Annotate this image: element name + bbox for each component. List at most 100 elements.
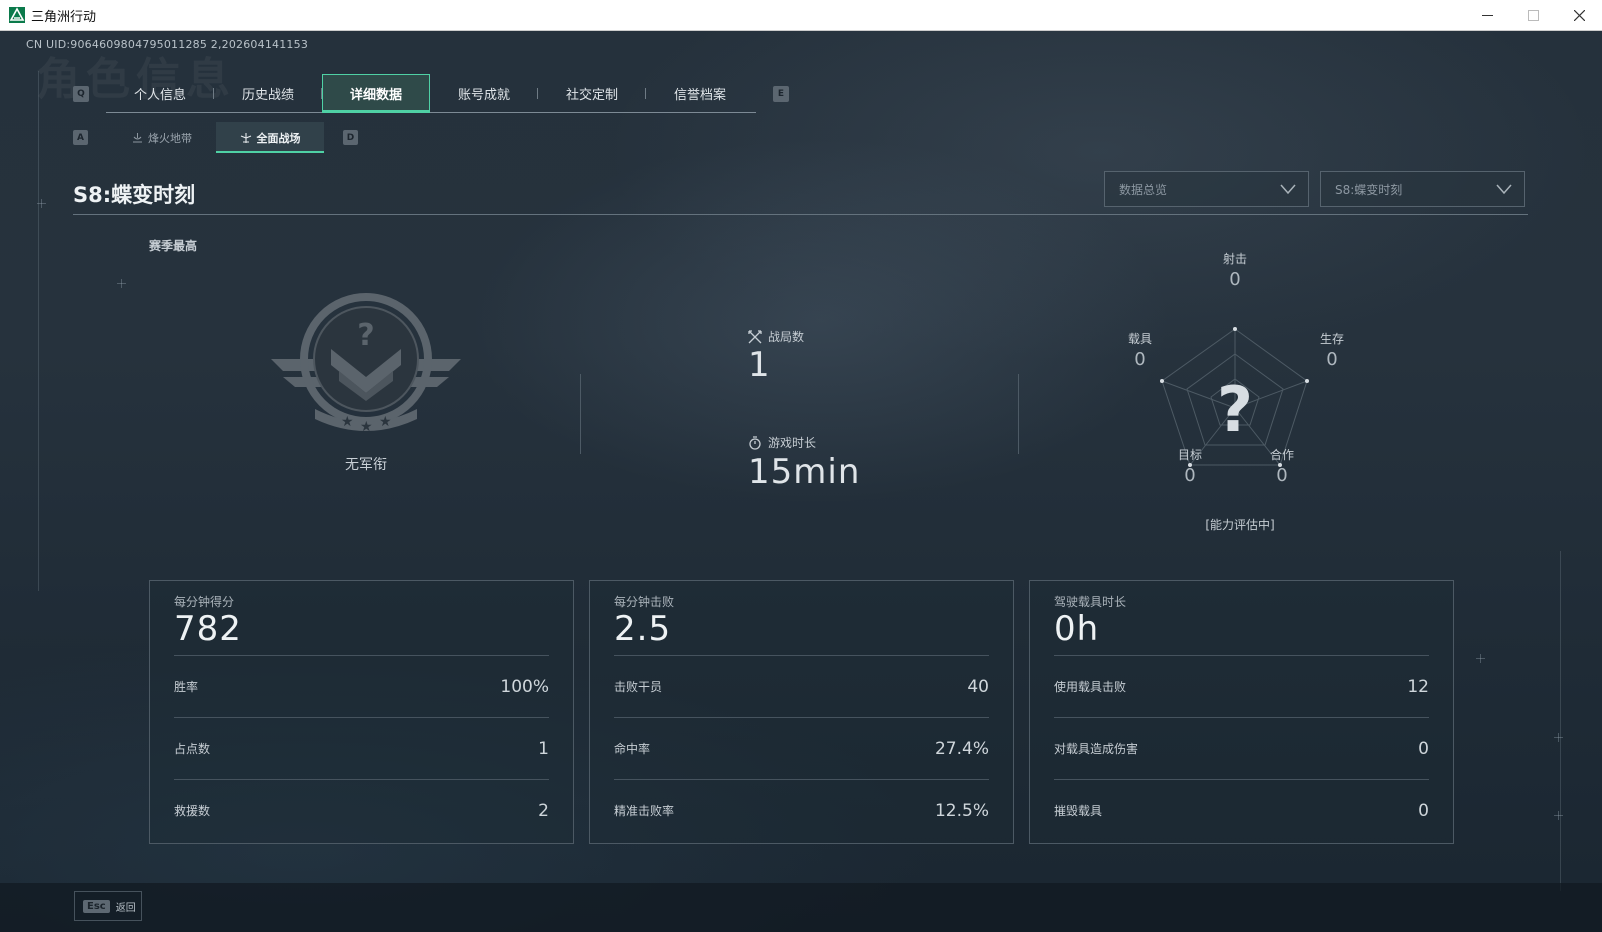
beacon-icon [133, 133, 142, 143]
dropdown-value: S8:蝶变时刻 [1335, 182, 1403, 197]
svg-text:★: ★ [360, 419, 373, 435]
card-row: 命中率 27.4% [614, 717, 989, 779]
frame-line-right [1560, 551, 1561, 891]
deco-cross [1554, 733, 1563, 742]
window-titlebar: 三角洲行动 [0, 0, 1602, 31]
data-view-dropdown[interactable]: 数据总览 [1104, 171, 1309, 207]
prev-subtab-key[interactable]: A [73, 130, 88, 145]
card-head-value: 2.5 [614, 609, 672, 649]
tab-label: 社交定制 [565, 88, 618, 103]
battlefield-icon [240, 132, 251, 143]
row-value: 1 [538, 738, 549, 759]
radar-value-objective: 0 [1184, 465, 1196, 486]
row-label: 使用载具击败 [1054, 680, 1127, 694]
card-row: 胜率 100% [174, 655, 549, 717]
close-button[interactable] [1556, 0, 1602, 31]
tab-label: 账号成就 [457, 88, 510, 103]
row-label: 精准击败率 [614, 804, 675, 818]
radar-label-vehicle: 载具 [1127, 332, 1152, 346]
tab-label: 历史战绩 [241, 88, 294, 103]
card-row: 精准击败率 12.5% [614, 779, 989, 841]
stat-card-score: 每分钟得分 782 胜率 100% 占点数 1 救援数 2 [149, 580, 574, 844]
subtab-beacon-zone[interactable]: 烽火地带 [108, 122, 216, 153]
row-label: 击败干员 [614, 680, 663, 694]
radar-value-teamwork: 0 [1276, 465, 1288, 486]
svg-text:★: ★ [341, 414, 354, 430]
stat-card-vehicle: 驾驶载具时长 0h 使用载具击败 12 对载具造成伤害 0 摧毁载具 0 [1029, 580, 1454, 844]
card-row: 摧毁载具 0 [1054, 779, 1429, 841]
subtab-label: 全面战场 [256, 131, 301, 145]
subtab-label: 烽火地带 [148, 131, 192, 145]
deco-cross [1476, 654, 1485, 663]
card-row: 击败干员 40 [614, 655, 989, 717]
next-subtab-key[interactable]: D [343, 130, 358, 145]
tab-detailed-data[interactable]: 详细数据 [322, 74, 430, 113]
row-label: 占点数 [174, 742, 211, 756]
deco-cross [37, 199, 46, 208]
radar-label-shooting: 射击 [1222, 252, 1247, 266]
ability-eval-status: [能力评估中] [1205, 518, 1275, 532]
card-head-label: 驾驶载具时长 [1054, 595, 1127, 609]
back-button[interactable]: Esc 返回 [74, 891, 142, 921]
player-uid: CN UID:9064609804795011285 2,20260414115… [26, 38, 309, 51]
row-value: 40 [967, 676, 989, 697]
column-divider [1018, 374, 1019, 454]
frame-line-left [38, 71, 39, 591]
row-value: 12.5% [934, 800, 989, 821]
deco-cross [117, 279, 126, 288]
tab-match-history[interactable]: 历史战绩 [214, 74, 322, 113]
row-value: 100% [500, 676, 549, 697]
tab-credit-record[interactable]: 信誉档案 [646, 74, 754, 113]
header-divider [73, 214, 1528, 215]
tab-achievements[interactable]: 账号成就 [430, 74, 538, 113]
row-label: 胜率 [174, 680, 199, 694]
card-head-label: 每分钟得分 [174, 595, 235, 609]
row-value: 0 [1418, 738, 1429, 759]
season-dropdown[interactable]: S8:蝶变时刻 [1320, 171, 1525, 207]
column-divider [580, 374, 581, 454]
svg-text:★: ★ [379, 414, 392, 430]
minimize-button[interactable] [1464, 0, 1510, 31]
chevron-down-icon [1496, 184, 1512, 195]
card-head-value: 0h [1054, 609, 1100, 649]
card-head-value: 782 [174, 609, 242, 649]
tab-label: 个人信息 [133, 88, 186, 103]
row-value: 0 [1418, 800, 1429, 821]
tab-social-custom[interactable]: 社交定制 [538, 74, 646, 113]
matches-label-group: 战局数 [748, 328, 804, 345]
close-icon [1573, 10, 1585, 21]
season-title: S8:蝶变时刻 [73, 183, 196, 207]
bottom-bar [0, 883, 1602, 932]
next-tab-key[interactable]: E [773, 86, 789, 102]
back-label: 返回 [115, 902, 136, 914]
prev-tab-key[interactable]: Q [73, 86, 89, 102]
deco-cross [1554, 811, 1563, 820]
radar-label-objective: 目标 [1177, 448, 1202, 462]
season-best-label: 赛季最高 [149, 239, 198, 253]
row-label: 摧毁载具 [1054, 804, 1103, 818]
radar-label-survival: 生存 [1319, 332, 1344, 346]
radar-label-teamwork: 合作 [1269, 448, 1294, 462]
playtime-label-group: 游戏时长 [748, 434, 816, 451]
game-screen: 角色信息 CN UID:9064609804795011285 2,202604… [0, 31, 1602, 932]
window-title: 三角洲行动 [31, 9, 97, 25]
esc-key: Esc [83, 899, 110, 913]
stopwatch-icon [749, 435, 761, 450]
emblem-mark: ? [357, 318, 374, 353]
subtab-full-battlefield[interactable]: 全面战场 [216, 122, 324, 153]
card-head-label: 每分钟击败 [614, 595, 675, 609]
mode-tab-bar: 烽火地带 全面战场 [108, 122, 324, 153]
tab-label: 信誉档案 [673, 88, 726, 103]
radar-value-vehicle: 0 [1134, 349, 1146, 370]
radar-center-mark: ? [1217, 373, 1253, 446]
maximize-button[interactable] [1510, 0, 1556, 31]
row-value: 27.4% [934, 738, 989, 759]
row-label: 救援数 [174, 804, 211, 818]
card-row: 占点数 1 [174, 717, 549, 779]
card-row: 使用载具击败 12 [1054, 655, 1429, 717]
crossed-swords-icon [748, 329, 762, 343]
card-row: 救援数 2 [174, 779, 549, 841]
main-tab-bar: 个人信息 历史战绩 详细数据 账号成就 社交定制 信誉档案 [106, 74, 756, 113]
radar-value-shooting: 0 [1229, 269, 1241, 290]
tab-personal-info[interactable]: 个人信息 [106, 74, 214, 113]
